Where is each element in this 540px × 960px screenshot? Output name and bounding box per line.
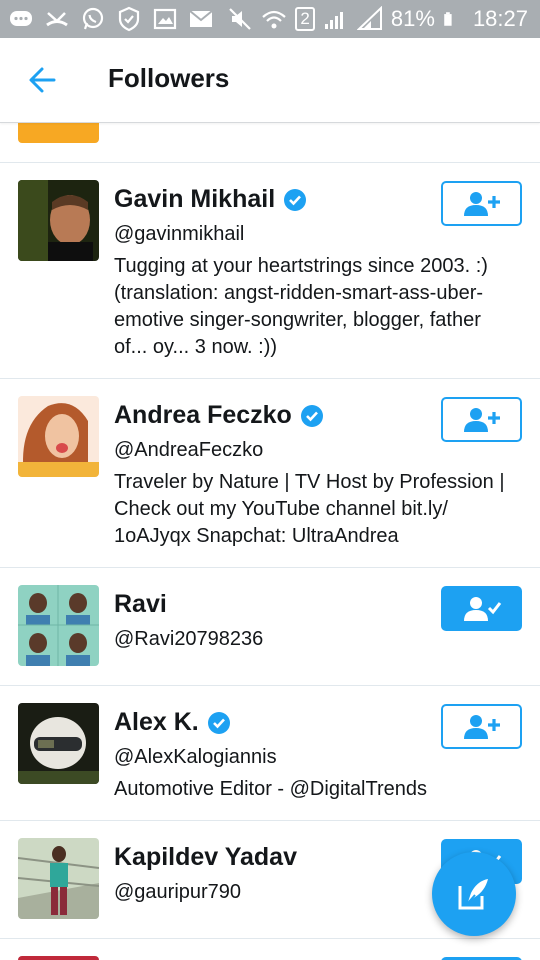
avatar[interactable]	[18, 838, 99, 919]
bio-line: emotive singer-songwriter, blogger, fath…	[114, 309, 481, 331]
follower-name[interactable]: Kapildev Yadav	[114, 843, 297, 872]
bio-line: 1oAJyqx Snapchat: UltraAndrea	[114, 525, 399, 547]
add-user-icon	[463, 191, 500, 216]
avatar[interactable]	[18, 703, 99, 784]
status-bar: 2 81% 18:27	[0, 0, 540, 38]
avatar[interactable]	[18, 180, 99, 261]
notification-icons	[8, 6, 214, 32]
add-user-icon	[463, 714, 500, 739]
follower-bio: Automotive Editor - @DigitalTrends	[114, 776, 519, 803]
battery-percent: 81%	[390, 6, 435, 31]
follow-button[interactable]	[441, 181, 522, 226]
user-check-icon	[463, 596, 501, 621]
followers-list[interactable]: Gavin Mikhail @gavinmikhail Tugging at y…	[0, 122, 540, 960]
follower-name[interactable]: Gavin Mikhail	[114, 185, 275, 214]
mute-icon	[229, 8, 252, 30]
follower-handle: @AlexKalogiannis	[114, 746, 277, 768]
whatsapp-icon	[82, 7, 104, 30]
page-title: Followers	[108, 63, 230, 93]
follower-bio: Traveler by Nature | TV Host by Professi…	[114, 469, 519, 550]
avatar[interactable]	[18, 122, 99, 143]
avatar[interactable]	[18, 956, 99, 960]
wifi-icon	[262, 10, 287, 29]
back-arrow-icon[interactable]	[22, 62, 62, 98]
chat-icon	[10, 11, 32, 26]
list-item[interactable]: Gavin Mikhail @gavinmikhail Tugging at y…	[0, 162, 540, 379]
name-line: Gavin Mikhail	[114, 185, 307, 214]
battery-icon	[444, 12, 452, 26]
compose-tweet-button[interactable]	[432, 852, 516, 936]
verified-badge-icon	[207, 711, 230, 734]
follow-button[interactable]	[441, 397, 522, 442]
bio-line: Traveler by Nature | TV Host by Professi…	[114, 471, 505, 493]
name-line: Kapildev Yadav	[114, 843, 297, 872]
list-item[interactable]: Alex K. @AlexKalogiannis Automotive Edit…	[0, 685, 540, 821]
app-header: Followers	[0, 38, 540, 123]
bio-line: of... oy... 3 now. :))	[114, 336, 278, 358]
follower-handle: @Ravi20798236	[114, 628, 264, 650]
bio-line: Tugging at your heartstrings since 2003.…	[114, 255, 488, 277]
bio-line: Automotive Editor - @DigitalTrends	[114, 778, 428, 800]
bio-line: (translation: angst-ridden-smart-ass-ube…	[114, 282, 484, 304]
list-item[interactable]	[0, 122, 540, 162]
add-user-icon	[463, 407, 500, 432]
name-line: Alex K.	[114, 708, 231, 737]
name-line: Andrea Feczko	[114, 401, 324, 430]
list-item[interactable]: Ravi @Ravi20798236	[0, 567, 540, 686]
missed-call-icon	[46, 12, 68, 27]
follower-handle: @gavinmikhail	[114, 223, 245, 245]
verified-badge-icon	[284, 188, 307, 211]
compose-tweet-icon	[458, 879, 488, 910]
signal-icon	[324, 12, 343, 29]
follower-bio: Tugging at your heartstrings since 2003.…	[114, 253, 519, 361]
bio-line: Check out my YouTube channel bit.ly/	[114, 498, 448, 520]
follower-name[interactable]: Ravi	[114, 590, 167, 619]
verified-badge-icon	[300, 404, 323, 427]
signal-2-icon	[356, 6, 382, 30]
gallery-icon	[153, 8, 177, 30]
system-status: 2 81% 18:27	[227, 0, 528, 38]
mail-icon	[189, 10, 213, 27]
sim-badge: 2	[295, 7, 315, 31]
avatar[interactable]	[18, 396, 99, 477]
following-button[interactable]	[441, 586, 522, 631]
follower-name[interactable]: Alex K.	[114, 708, 199, 737]
follow-button[interactable]	[441, 704, 522, 749]
name-line: Ravi	[114, 590, 167, 619]
list-item[interactable]: Andrea Feczko @AndreaFeczko Traveler by …	[0, 378, 540, 568]
shield-icon	[118, 6, 140, 32]
follower-handle: @gauripur790	[114, 881, 242, 903]
avatar[interactable]	[18, 585, 99, 666]
follower-handle: @AndreaFeczko	[114, 439, 264, 461]
list-item[interactable]	[0, 938, 540, 960]
clock: 18:27	[472, 6, 528, 31]
follower-name[interactable]: Andrea Feczko	[114, 401, 292, 430]
